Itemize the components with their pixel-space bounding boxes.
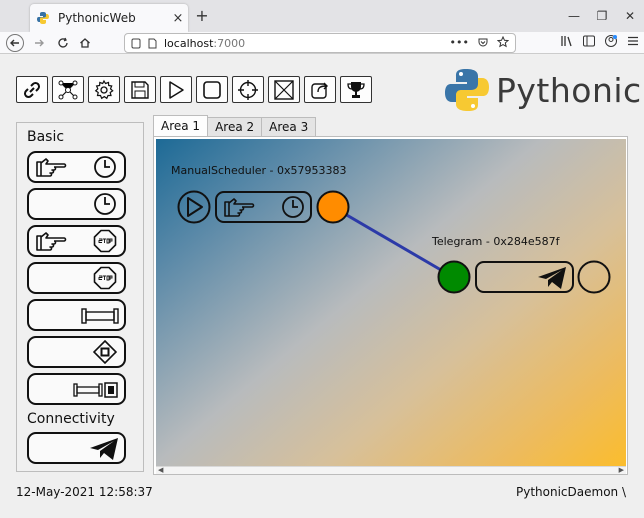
close-window-icon[interactable]: ✕ xyxy=(616,0,644,32)
stop-button[interactable] xyxy=(196,76,228,103)
pythonic-logo: Pythonic xyxy=(444,68,642,112)
connection-layer xyxy=(332,205,454,279)
home-icon[interactable] xyxy=(76,34,94,52)
sidebar-item-telegram[interactable] xyxy=(27,432,126,464)
kill-button[interactable] xyxy=(268,76,300,103)
node-label-telegram: Telegram - 0x284e587f xyxy=(432,235,560,248)
url-host: localhost xyxy=(164,36,214,50)
crosshair-icon xyxy=(238,79,258,100)
pointing-hand-icon xyxy=(36,232,67,251)
start-button[interactable] xyxy=(160,76,192,103)
tab-close-icon[interactable]: × xyxy=(168,11,188,26)
logo-text: Pythonic xyxy=(496,70,642,110)
telegram-paper-plane-icon xyxy=(90,438,118,460)
scroll-left-icon[interactable]: ◀ xyxy=(158,466,163,474)
play-icon xyxy=(169,80,184,99)
node-run-button[interactable] xyxy=(177,190,211,224)
account-icon[interactable] xyxy=(604,34,618,48)
tab-area-2[interactable]: Area 2 xyxy=(207,117,263,136)
sidebar-item-processor[interactable] xyxy=(27,336,126,368)
menu-icon[interactable] xyxy=(626,34,640,48)
cpu-chip-icon xyxy=(93,340,117,364)
browser-nav-bar: localhost:7000 ••• xyxy=(0,32,644,54)
gear-icon xyxy=(94,79,114,99)
page-icon xyxy=(148,38,157,48)
python-logo-icon xyxy=(445,69,489,111)
sidebar-item-pipe-processor[interactable] xyxy=(27,373,126,405)
status-datetime: 12-May-2021 12:58:37 xyxy=(16,485,153,499)
output-port[interactable] xyxy=(316,190,350,224)
page-actions-icon[interactable]: ••• xyxy=(450,36,469,49)
node-label-manual-scheduler: ManualScheduler - 0x57953383 xyxy=(171,164,347,177)
page-info-icon[interactable] xyxy=(131,38,141,49)
url-bar[interactable]: localhost:7000 ••• xyxy=(124,33,516,53)
network-icon xyxy=(58,80,78,99)
new-tab-button[interactable]: + xyxy=(192,6,212,25)
minimize-icon[interactable]: — xyxy=(560,0,588,32)
sidebar-item-manual-stop[interactable] xyxy=(27,225,126,257)
save-button[interactable] xyxy=(124,76,156,103)
workspace-canvas[interactable]: ManualScheduler - 0x57953383 Telegram - … xyxy=(156,139,626,466)
input-port[interactable] xyxy=(437,260,471,294)
horizontal-scrollbar[interactable]: ◀ ▶ xyxy=(156,466,626,474)
floppy-disk-icon xyxy=(131,80,149,99)
scroll-right-icon[interactable]: ▶ xyxy=(619,466,624,474)
main-toolbar xyxy=(16,76,372,103)
trophy-button[interactable] xyxy=(340,76,372,103)
stop-sign-icon xyxy=(93,229,117,253)
node-manual-scheduler[interactable] xyxy=(215,191,312,223)
node-output-port[interactable] xyxy=(577,260,611,294)
telegram-paper-plane-icon xyxy=(538,267,566,289)
pipe-chip-icon xyxy=(73,382,118,398)
boxed-x-icon xyxy=(274,79,294,100)
export-button[interactable] xyxy=(304,76,336,103)
library-icon[interactable] xyxy=(560,34,574,48)
pipe-icon xyxy=(81,308,119,324)
tab-area-1[interactable]: Area 1 xyxy=(153,115,209,136)
pocket-icon[interactable] xyxy=(477,36,489,48)
clock-icon xyxy=(282,196,304,218)
sidebar-item-generic-pipe[interactable] xyxy=(27,299,126,331)
pointing-hand-icon xyxy=(36,158,67,177)
share-arrow-icon xyxy=(311,82,328,99)
play-icon xyxy=(187,197,203,217)
settings-button[interactable] xyxy=(88,76,120,103)
sidebar-item-manual-scheduler[interactable] xyxy=(27,151,126,183)
back-arrow-icon[interactable] xyxy=(6,34,24,52)
tab-area-3[interactable]: Area 3 xyxy=(261,117,317,136)
workspace-frame: ManualScheduler - 0x57953383 Telegram - … xyxy=(153,136,628,475)
debug-button[interactable] xyxy=(232,76,264,103)
link-icon xyxy=(23,81,41,98)
clock-icon xyxy=(94,156,116,178)
restore-icon[interactable]: ❐ xyxy=(588,0,616,32)
forward-arrow-icon[interactable] xyxy=(30,34,48,52)
status-bar: 12-May-2021 12:58:37 PythonicDaemon \ xyxy=(0,483,644,503)
section-basic-label: Basic xyxy=(27,129,65,145)
node-telegram[interactable] xyxy=(475,261,574,293)
browser-tab-title: PythonicWeb xyxy=(58,11,136,25)
browser-tab[interactable]: PythonicWeb × xyxy=(30,4,188,32)
section-connectivity-label: Connectivity xyxy=(27,411,115,427)
python-favicon-icon xyxy=(37,12,49,24)
stop-square-icon xyxy=(203,80,221,99)
connect-button[interactable] xyxy=(16,76,48,103)
area-tabs: Area 1 Area 2 Area 3 xyxy=(153,115,317,136)
status-daemon: PythonicDaemon \ xyxy=(516,485,626,499)
trophy-icon xyxy=(347,81,365,98)
pointing-hand-icon xyxy=(224,198,255,217)
bookmark-star-icon[interactable] xyxy=(497,36,509,48)
sidebar-toggle-icon[interactable] xyxy=(582,34,596,48)
browser-tab-bar: PythonicWeb × + — ❐ ✕ xyxy=(0,0,644,32)
element-sidebar: Basic Connectivity xyxy=(16,122,144,472)
url-port: :7000 xyxy=(213,36,246,50)
sidebar-item-scheduler[interactable] xyxy=(27,188,126,220)
network-button[interactable] xyxy=(52,76,84,103)
stop-sign-icon xyxy=(93,266,117,290)
clock-icon xyxy=(94,193,116,215)
pythonic-app: Pythonic Basic Connectivity Area 1 Area … xyxy=(0,55,644,518)
reload-icon[interactable] xyxy=(54,34,72,52)
sidebar-item-stop[interactable] xyxy=(27,262,126,294)
window-controls: — ❐ ✕ xyxy=(560,0,644,32)
